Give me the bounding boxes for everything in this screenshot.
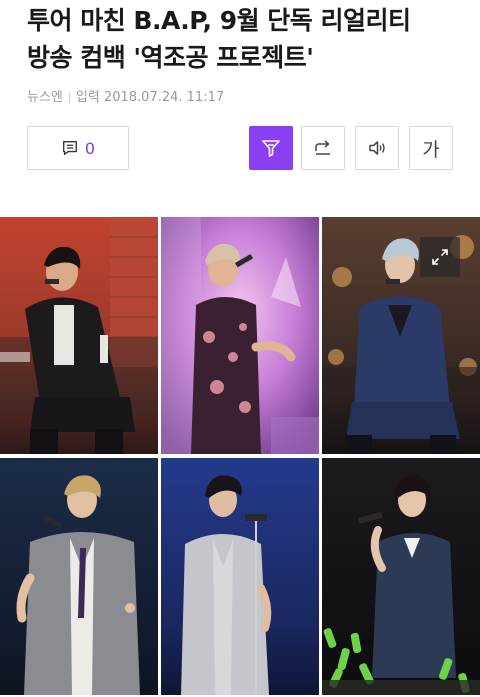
article-meta: 뉴스엔 입력 2018.07.24. 11:17: [27, 86, 224, 105]
article-title: 투어 마친 B.A.P, 9월 단독 리얼리티 방송 컴백 '역조공 프로젝트': [27, 2, 467, 76]
comment-count: 0: [84, 138, 96, 158]
filter-button[interactable]: [249, 126, 293, 170]
comment-icon: [62, 141, 77, 155]
photo-image-4: [0, 458, 158, 695]
font-size-button[interactable]: 가: [409, 126, 453, 170]
filter-icon: [262, 140, 280, 157]
photo-image-2: [161, 217, 319, 454]
photo-member-4[interactable]: [0, 458, 158, 695]
comment-button[interactable]: 0: [27, 126, 129, 170]
share-icon: [315, 140, 330, 155]
expand-icon: [432, 249, 448, 265]
font-size-icon: 가: [422, 138, 440, 161]
photo-member-6[interactable]: [322, 458, 480, 695]
share-button[interactable]: [301, 126, 345, 170]
news-source[interactable]: 뉴스엔: [27, 90, 63, 105]
photo-image-5: [161, 458, 319, 695]
photo-image-6: [322, 458, 480, 695]
photo-grid: [0, 217, 480, 697]
speaker-icon: [369, 141, 385, 155]
audio-read-button[interactable]: [355, 126, 399, 170]
meta-divider: [68, 92, 70, 103]
photo-image-1: [0, 217, 158, 454]
photo-member-2[interactable]: [161, 217, 319, 454]
published-label: 입력: [75, 90, 100, 105]
published-time: 2018.07.24. 11:17: [103, 90, 225, 105]
photo-member-1[interactable]: [0, 217, 158, 454]
photo-member-5[interactable]: [161, 458, 319, 695]
article-title-line-2: 방송 컴백 '역조공 프로젝트': [27, 43, 314, 72]
article-title-line-1: 투어 마친 B.A.P, 9월 단독 리얼리티: [27, 6, 411, 35]
expand-photo-button[interactable]: [420, 237, 460, 277]
article-toolbar: 0 가: [0, 126, 480, 172]
